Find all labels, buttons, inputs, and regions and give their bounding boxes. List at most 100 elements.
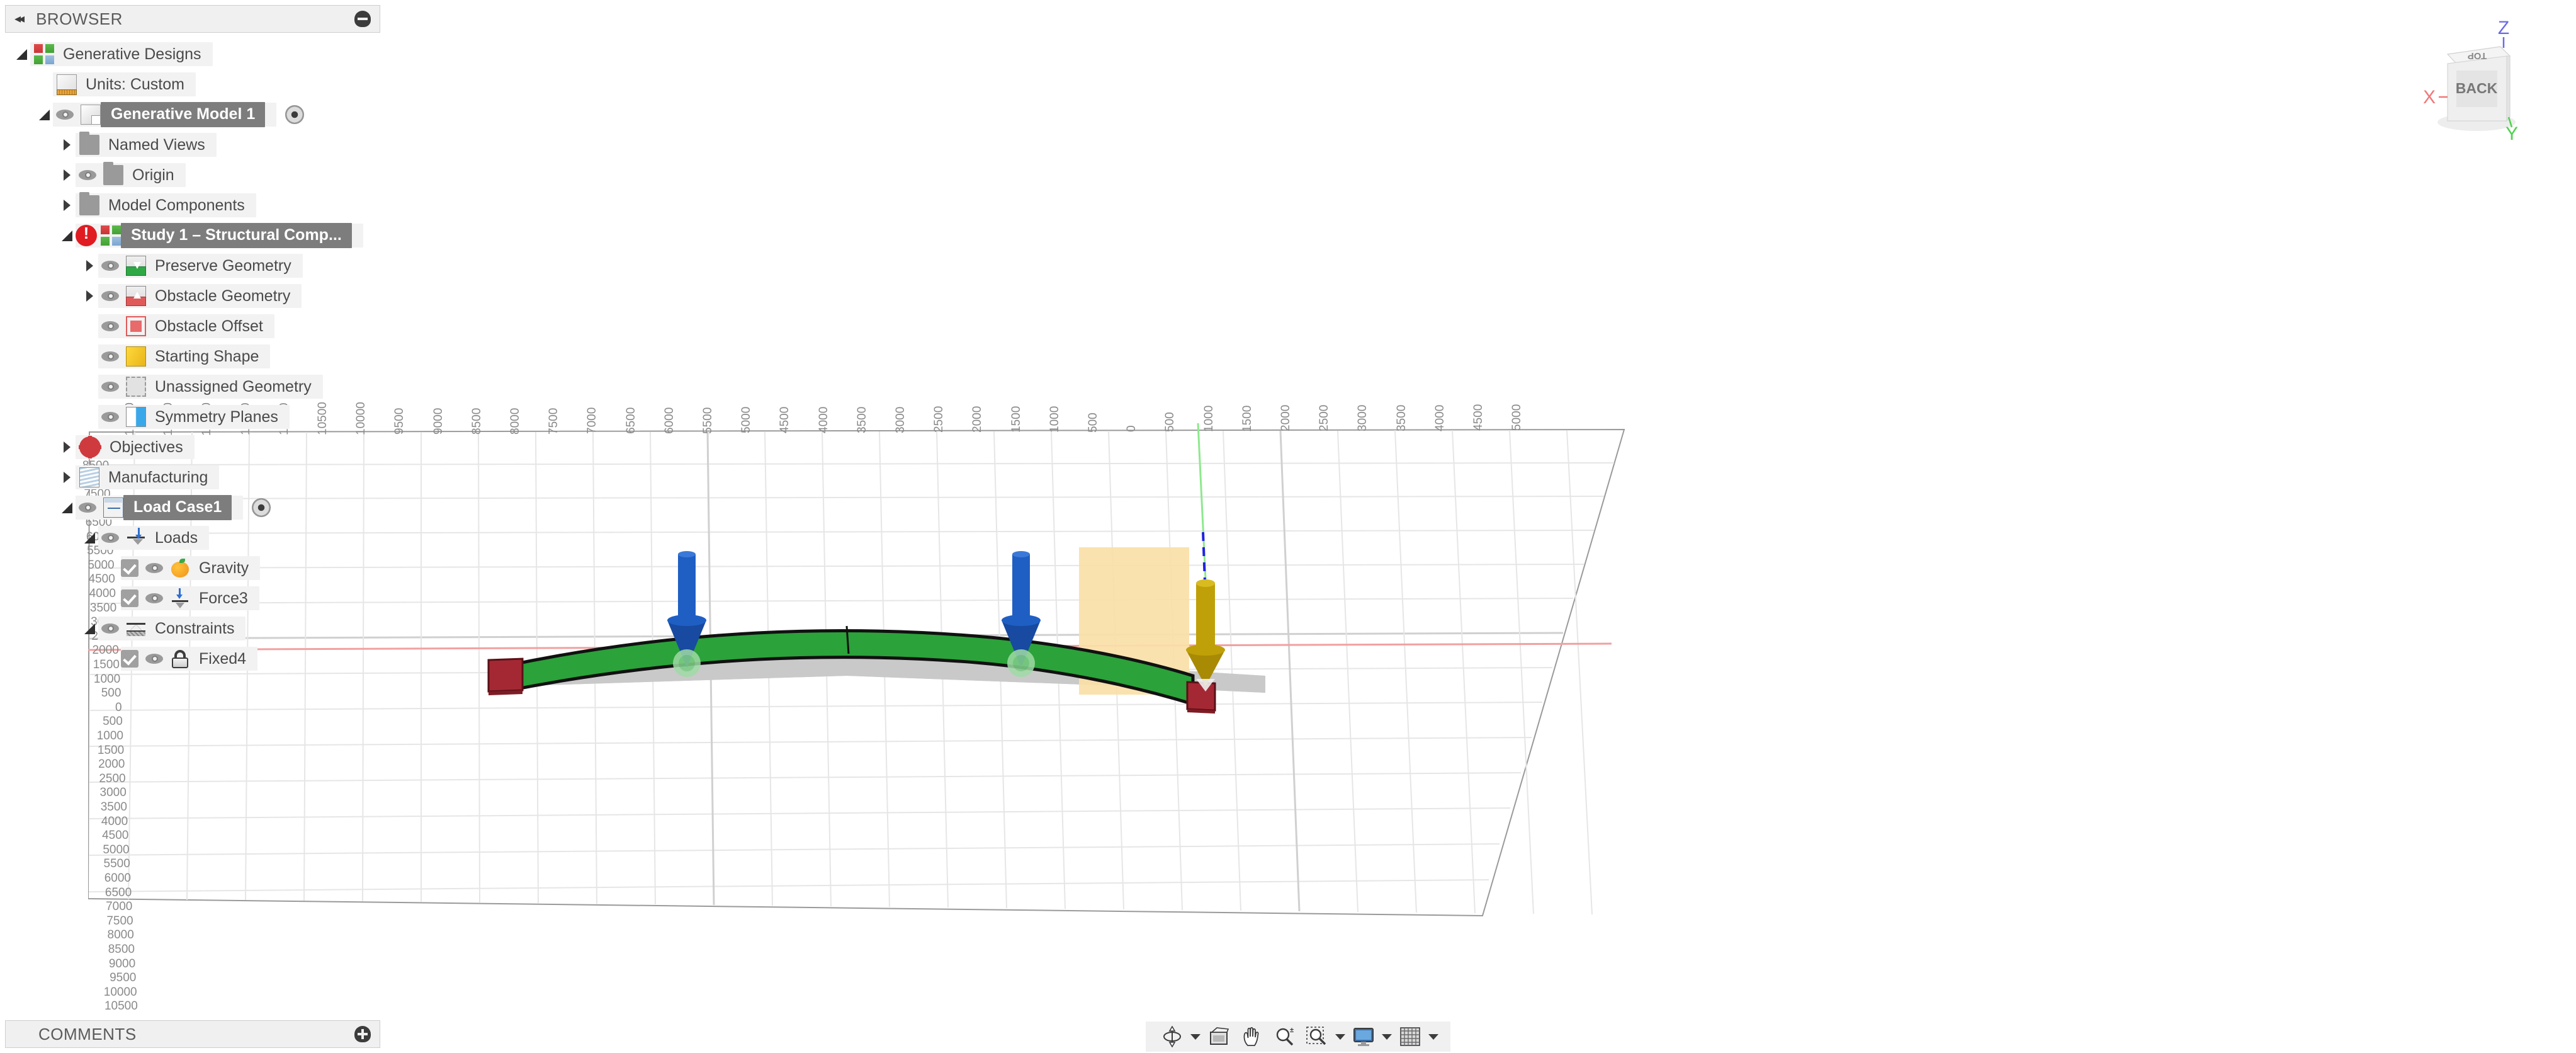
pan-hand-icon[interactable]	[1235, 1023, 1268, 1050]
tree-item-model-components[interactable]: Model Components	[5, 190, 380, 220]
eye-icon[interactable]	[145, 559, 164, 578]
tree-item-chip[interactable]: Starting Shape	[98, 344, 271, 368]
tree-item-constraints[interactable]: Constraints	[5, 613, 380, 644]
display-settings-icon[interactable]	[1347, 1023, 1380, 1050]
tree-item-obstacle-geometry[interactable]: Obstacle Geometry	[5, 281, 380, 311]
tree-item-load-case1[interactable]: Load Case1	[5, 492, 380, 523]
activate-radio-button[interactable]	[252, 498, 271, 517]
zoom-icon[interactable]: ±	[1268, 1023, 1301, 1050]
tree-item-chip[interactable]: Generative Model 1	[53, 102, 277, 127]
tree-item-chip[interactable]: Generative Designs	[30, 42, 213, 66]
tree-item-named-views[interactable]: Named Views	[5, 130, 380, 160]
tree-item-generative-model-1[interactable]: Generative Model 1	[5, 100, 380, 130]
tree-item-label: Origin	[132, 166, 174, 184]
eye-icon[interactable]	[55, 105, 74, 124]
eye-icon[interactable]	[101, 619, 120, 638]
chevron-down-icon[interactable]	[14, 46, 30, 62]
zoom-window-icon[interactable]	[1301, 1023, 1333, 1050]
tree-item-loads[interactable]: Loads	[5, 523, 380, 553]
tree-item-chip[interactable]: Obstacle Offset	[98, 314, 274, 338]
tree-item-symmetry-planes[interactable]: Symmetry Planes	[5, 402, 380, 432]
viewcube-top-label: TOP	[2468, 50, 2487, 61]
tree-item-gravity[interactable]: Gravity	[5, 553, 380, 583]
minimize-icon[interactable]	[354, 11, 371, 27]
visibility-checkbox[interactable]	[121, 589, 138, 607]
folder-icon	[79, 132, 99, 155]
chevron-down-icon[interactable]	[1189, 1023, 1202, 1050]
grid-snaps-icon[interactable]	[1394, 1023, 1426, 1050]
tree-item-chip[interactable]: Gravity	[121, 556, 261, 580]
plus-circle-icon[interactable]	[354, 1026, 371, 1042]
tree-item-chip[interactable]: Named Views	[76, 132, 217, 157]
eye-icon[interactable]	[101, 528, 120, 547]
eye-icon[interactable]	[101, 407, 120, 426]
tree-item-chip[interactable]: Obstacle Geometry	[98, 284, 302, 308]
tree-item-label: Generative Designs	[63, 45, 201, 63]
chevron-down-icon[interactable]	[82, 620, 98, 637]
tree-item-chip[interactable]: Manufacturing	[76, 465, 220, 489]
tree-item-fixed4[interactable]: Fixed4	[5, 644, 380, 674]
tree-item-label: Obstacle Offset	[155, 317, 263, 335]
lock-icon	[170, 649, 190, 669]
visibility-checkbox[interactable]	[121, 650, 138, 668]
tree-item-chip[interactable]: Constraints	[98, 617, 246, 640]
activate-radio-button[interactable]	[285, 105, 305, 124]
chevron-down-icon[interactable]	[59, 227, 76, 244]
chevron-down-icon[interactable]	[37, 106, 53, 123]
force-icon	[170, 588, 190, 608]
chevron-right-icon[interactable]	[59, 197, 76, 213]
tree-item-chip[interactable]: Preserve Geometry	[98, 254, 303, 278]
eye-icon[interactable]	[101, 347, 120, 366]
tree-item-chip[interactable]: Fixed4	[121, 647, 258, 671]
chevron-down-icon[interactable]	[82, 530, 98, 546]
eye-icon[interactable]	[101, 377, 120, 396]
double-chevron-left-icon[interactable]: ◂◂	[14, 13, 25, 25]
eye-icon[interactable]	[145, 589, 164, 608]
chevron-right-icon[interactable]	[59, 439, 76, 455]
tree-item-generative-designs[interactable]: Generative Designs	[5, 39, 380, 69]
view-cube[interactable]: BACK TOP Z X Y	[2381, 9, 2570, 154]
tree-item-chip[interactable]: Symmetry Planes	[98, 405, 290, 429]
chevron-right-icon[interactable]	[59, 137, 76, 153]
tree-item-chip[interactable]: Objectives	[76, 435, 195, 459]
eye-icon[interactable]	[101, 256, 120, 275]
tree-item-study-1-structural-comp[interactable]: Study 1 – Structural Comp...	[5, 220, 380, 251]
eye-icon[interactable]	[78, 498, 97, 517]
chevron-right-icon[interactable]	[82, 258, 98, 274]
tree-item-chip[interactable]: Force3	[121, 586, 259, 610]
tree-item-chip[interactable]: Origin	[76, 162, 186, 187]
chevron-right-icon[interactable]	[82, 288, 98, 304]
chevron-down-icon[interactable]	[59, 499, 76, 516]
viewport-canvas[interactable]: 1300012500120001150011000105001000095009…	[0, 0, 2576, 1053]
tree-item-chip[interactable]: Loads	[98, 526, 210, 550]
tree-item-origin[interactable]: Origin	[5, 160, 380, 190]
tree-item-chip[interactable]: Model Components	[76, 192, 256, 217]
tree-item-label: Model Components	[108, 196, 245, 214]
tree-item-manufacturing[interactable]: Manufacturing	[5, 462, 380, 492]
chevron-down-icon[interactable]	[1380, 1023, 1394, 1050]
tree-item-preserve-geometry[interactable]: Preserve Geometry	[5, 251, 380, 281]
tree-item-force3[interactable]: Force3	[5, 583, 380, 613]
chevron-down-icon[interactable]	[1426, 1023, 1440, 1050]
visibility-checkbox[interactable]	[121, 559, 138, 577]
tree-item-chip[interactable]: Load Case1	[76, 495, 244, 520]
look-at-icon[interactable]	[1202, 1023, 1235, 1050]
chevron-right-icon[interactable]	[59, 167, 76, 183]
tree-item-objectives[interactable]: Objectives	[5, 432, 380, 462]
eye-icon[interactable]	[101, 287, 120, 305]
eye-icon[interactable]	[101, 317, 120, 336]
chevron-down-icon[interactable]	[1333, 1023, 1347, 1050]
orbit-icon[interactable]	[1156, 1023, 1189, 1050]
eye-icon[interactable]	[78, 166, 97, 185]
tree-item-label: Study 1 – Structural Comp...	[121, 223, 352, 248]
tree-item-obstacle-offset[interactable]: Obstacle Offset	[5, 311, 380, 341]
tree-item-unassigned-geometry[interactable]: Unassigned Geometry	[5, 372, 380, 402]
tree-item-starting-shape[interactable]: Starting Shape	[5, 341, 380, 372]
tree-item-chip[interactable]: Units: Custom	[53, 72, 196, 96]
tree-item-chip[interactable]: Unassigned Geometry	[98, 375, 323, 399]
eye-icon[interactable]	[145, 649, 164, 668]
tree-item-chip[interactable]: Study 1 – Structural Comp...	[76, 223, 363, 248]
tree-item-units-custom[interactable]: Units: Custom	[5, 69, 380, 100]
chevron-right-icon[interactable]	[59, 469, 76, 486]
objectives-target-icon	[79, 436, 101, 458]
